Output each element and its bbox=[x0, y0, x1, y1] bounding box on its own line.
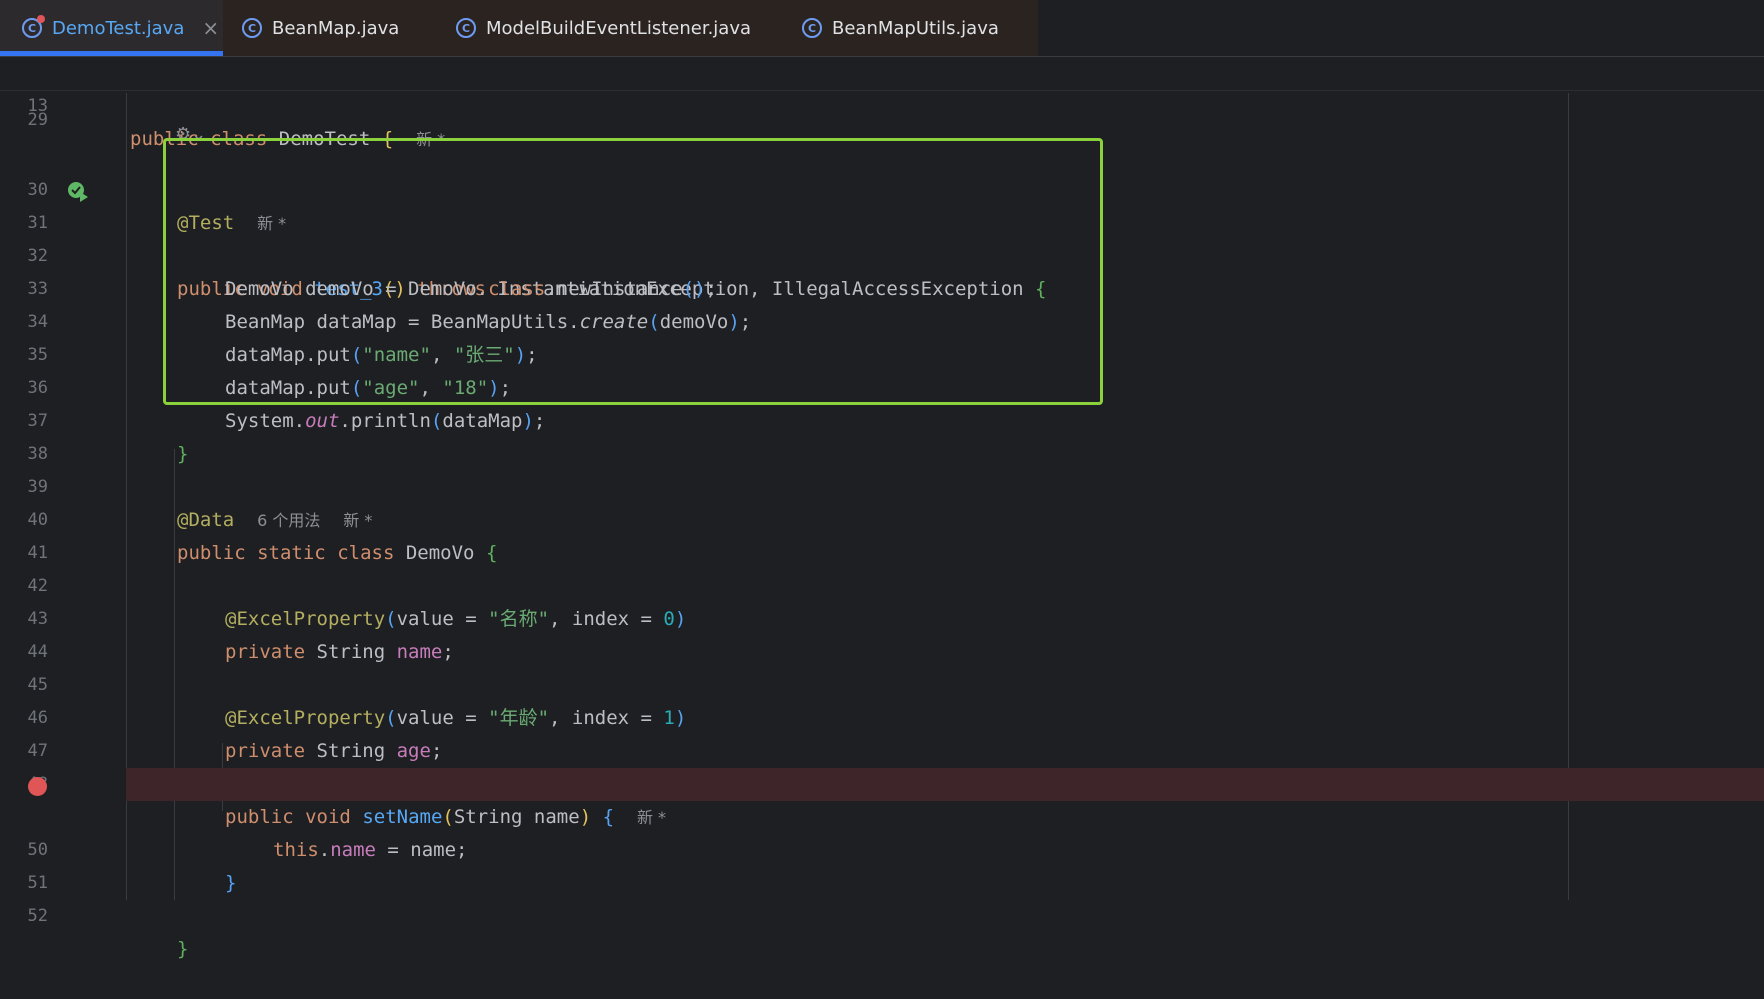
tab-beanmap[interactable]: C BeanMap.java bbox=[242, 0, 399, 56]
code-line: 50 } bbox=[0, 801, 1764, 894]
code-line: 32 DemoVo demoVo = DemoVo.class.newInsta… bbox=[0, 207, 1764, 300]
java-class-icon: C bbox=[456, 18, 476, 38]
java-class-icon: C bbox=[242, 18, 262, 38]
code-line: 36 System.out.println(dataMap); bbox=[0, 339, 1764, 432]
tab-beanmaputils[interactable]: C BeanMapUtils.java bbox=[802, 0, 999, 56]
code-line: 38 bbox=[0, 405, 1764, 464]
code-line: 41 bbox=[0, 504, 1764, 563]
code-line: 45 @ExcelProperty(value = "年龄", index = … bbox=[0, 636, 1764, 729]
tab-label: DemoTest.java bbox=[52, 17, 185, 39]
code-line: 48 public void setName(String name) { 新 … bbox=[0, 735, 1764, 828]
code-editor[interactable]: 13 public class DemoTest { 新 * 29 ⚙⌄ 30 … bbox=[0, 57, 1764, 960]
run-test-icon[interactable] bbox=[67, 180, 91, 204]
code-line: 42 @ExcelProperty(value = "名称", index = … bbox=[0, 537, 1764, 630]
tab-label: BeanMap.java bbox=[272, 17, 400, 39]
code-line: 44 bbox=[0, 603, 1764, 662]
sticky-header-line: 13 public class DemoTest { 新 * bbox=[0, 57, 1764, 150]
line-number: 52 bbox=[27, 906, 48, 926]
editor-tab-bar: C DemoTest.java × C BeanMap.java C Model… bbox=[0, 0, 1764, 57]
tab-label: ModelBuildEventListener.java bbox=[486, 17, 751, 39]
code-line: 40 public static class DemoVo { bbox=[0, 471, 1764, 564]
java-class-icon: C bbox=[802, 18, 822, 38]
code-line: 31 public void test_3() throws Instantia… bbox=[0, 174, 1764, 300]
code-line: 33 BeanMap dataMap = BeanMapUtils.create… bbox=[0, 240, 1764, 333]
java-class-icon: C bbox=[22, 15, 45, 38]
code-line: 37 } bbox=[0, 372, 1764, 465]
code-line: 30 @Test 新 * bbox=[0, 141, 1764, 234]
tab-label: BeanMapUtils.java bbox=[832, 17, 999, 39]
code-line: 46 private String age; bbox=[0, 669, 1764, 762]
tab-demotest[interactable]: C DemoTest.java × bbox=[0, 0, 223, 56]
breakpoint-icon[interactable] bbox=[28, 777, 47, 796]
code-line: 35 dataMap.put("age", "18"); bbox=[0, 306, 1764, 399]
code-line: 34 dataMap.put("name", "张三"); bbox=[0, 273, 1764, 366]
code-line: 39 @Data 6 个用法 新 * bbox=[0, 438, 1764, 531]
code-line: 52 } bbox=[0, 867, 1764, 960]
code-line: 51 bbox=[0, 834, 1764, 893]
close-icon[interactable]: × bbox=[202, 16, 219, 40]
code-line: 43 private String name; bbox=[0, 570, 1764, 663]
tab-modelbuildeventlistener[interactable]: C ModelBuildEventListener.java bbox=[456, 0, 751, 56]
code-line: this.name = name; bbox=[0, 768, 1764, 861]
code-line: 47 bbox=[0, 702, 1764, 761]
code-line: 29 bbox=[0, 87, 1764, 130]
